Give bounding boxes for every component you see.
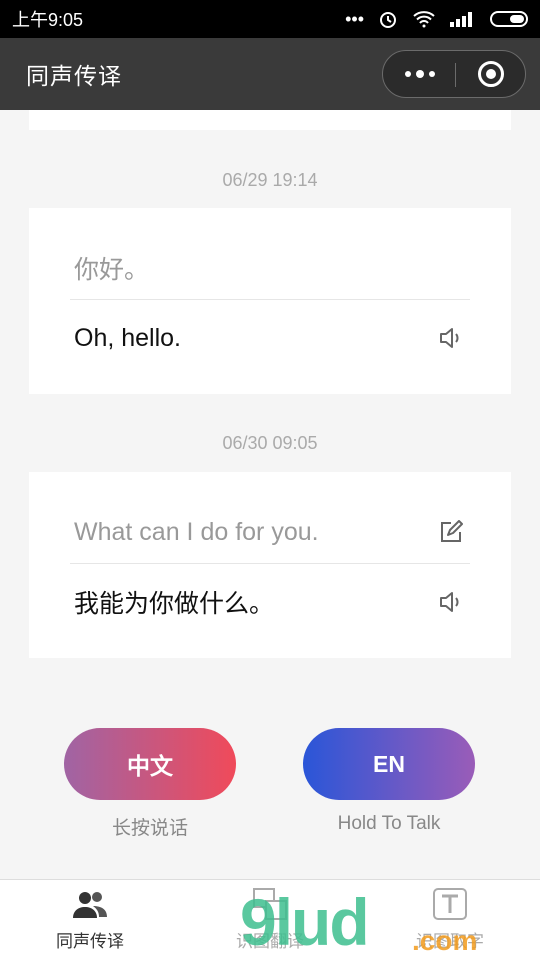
mini-program-capsule	[382, 50, 526, 98]
divider	[70, 299, 470, 300]
source-text-row: 你好。	[74, 238, 466, 298]
source-text: What can I do for you.	[74, 517, 319, 546]
watermark-domain: .com	[412, 925, 478, 956]
english-talk-hint: Hold To Talk	[337, 813, 441, 834]
translation-row: Oh, hello.	[74, 308, 466, 368]
divider	[70, 563, 470, 564]
more-notifications-icon: •••	[345, 8, 364, 29]
alarm-icon	[380, 12, 396, 28]
source-text: 你好。	[74, 256, 150, 284]
navigation-bar: 同声传译	[0, 38, 540, 110]
status-time: 上午9:05	[12, 10, 84, 30]
page-title: 同声传译	[26, 63, 122, 89]
text-recognition-icon	[430, 887, 470, 921]
status-bar: 上午9:05 •••	[0, 0, 540, 38]
translated-text: 我能为你做什么。	[74, 590, 275, 618]
more-options-button[interactable]	[404, 70, 435, 78]
people-icon	[70, 887, 110, 921]
edit-icon[interactable]	[436, 517, 466, 547]
translation-card: What can I do for you. 我能为你做什么。	[29, 472, 511, 658]
status-icons: •••	[345, 9, 528, 30]
wifi-icon	[413, 11, 435, 28]
translation-card: 你好。 Oh, hello.	[29, 208, 511, 394]
speaker-icon[interactable]	[436, 587, 466, 617]
close-mini-program-button[interactable]	[477, 61, 504, 87]
translated-text: Oh, hello.	[74, 323, 182, 352]
english-talk-button[interactable]: EN	[303, 728, 475, 800]
tab-simultaneous-interpretation[interactable]: 同声传译	[0, 880, 180, 960]
previous-message-card	[29, 110, 511, 130]
tab-label: 同声传译	[56, 932, 124, 951]
message-timestamp: 06/30 09:05	[222, 433, 318, 453]
chinese-talk-hint: 长按说话	[111, 818, 188, 839]
battery-icon	[490, 11, 528, 27]
translation-row: 我能为你做什么。	[74, 572, 466, 632]
signal-icon	[450, 12, 472, 27]
watermark-logo: 9lud	[240, 885, 370, 959]
source-text-row: What can I do for you.	[74, 502, 466, 562]
chinese-talk-button[interactable]: 中文	[64, 728, 236, 800]
speaker-icon[interactable]	[436, 323, 466, 353]
message-timestamp: 06/29 19:14	[222, 170, 318, 190]
